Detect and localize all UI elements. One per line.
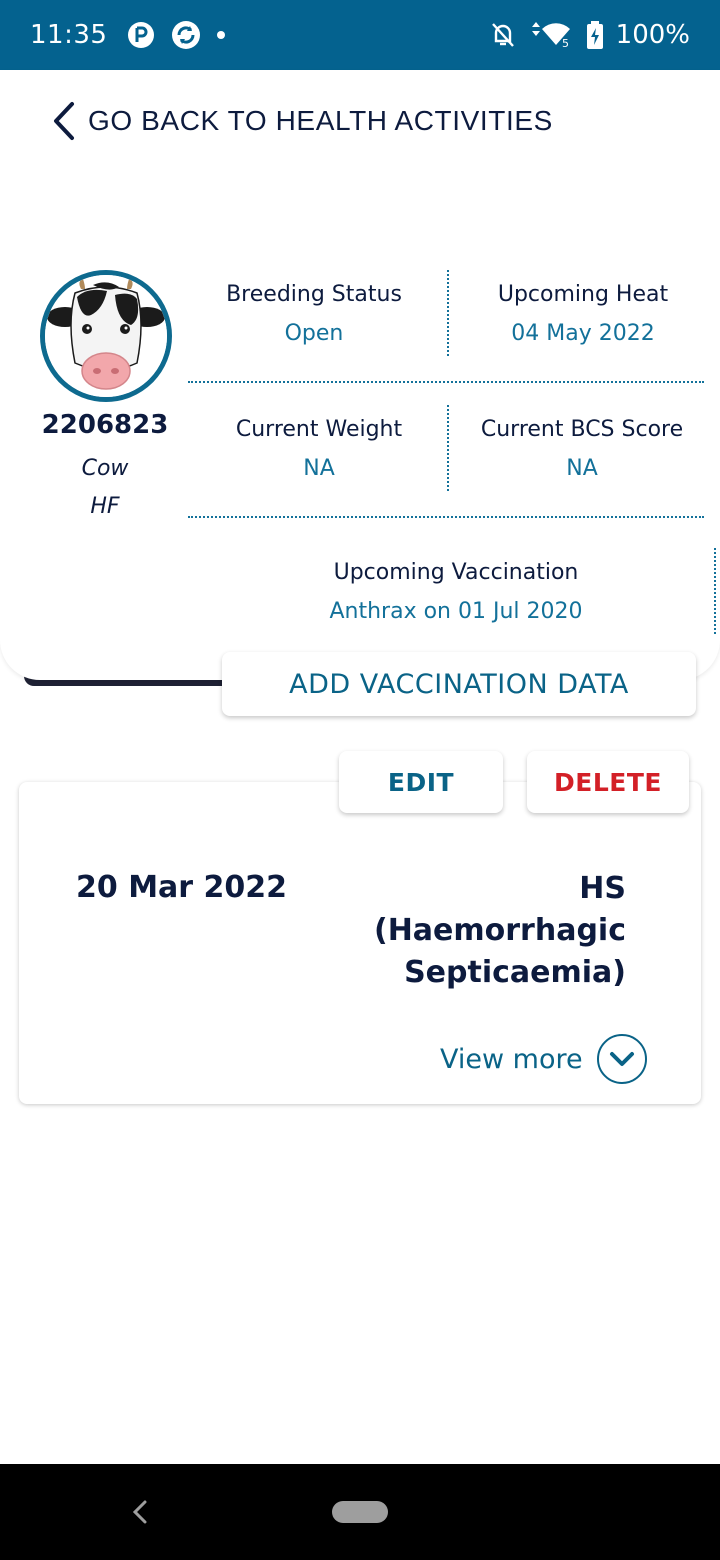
vaccination-date: 20 Mar 2022 [76,870,288,905]
back-link-label: GO BACK TO HEALTH ACTIVITIES [88,105,553,136]
upcoming-vaccination-label: Upcoming Vaccination [333,560,579,585]
breeding-status-stat: Breeding Status Open [196,282,432,346]
vaccine-name-line: HS [579,871,626,906]
current-bcs-stat: Current BCS Score NA [462,417,702,481]
delete-button[interactable]: DELETE [527,751,689,813]
upcoming-vaccination-stat: Upcoming Vaccination Anthrax on 01 Jul 2… [226,560,686,624]
wifi-icon: 5 [531,22,570,49]
vaccine-name-line: (Haemorrhagic [373,913,626,948]
animal-type: Cow [81,456,129,481]
add-vaccination-data-button[interactable]: ADD VACCINATION DATA [222,652,696,716]
animal-avatar [40,270,172,402]
animal-breed: HF [90,494,120,519]
animal-id: 2206823 [41,410,169,440]
chevron-down-icon[interactable] [596,1034,647,1084]
battery-icon [586,21,603,49]
stat-divider [447,270,449,356]
current-bcs-label: Current BCS Score [480,417,684,442]
app-notification-icon [128,22,155,48]
stat-divider [714,548,716,634]
sync-notification-icon [172,21,201,49]
view-more-label: View more [440,1043,583,1075]
battery-percent: 100% [615,20,690,50]
current-bcs-value: NA [566,456,598,481]
stat-row-divider [188,381,704,383]
breeding-status-value: Open [284,321,344,346]
current-weight-value: NA [303,456,335,481]
back-to-health-activities-link[interactable]: GO BACK TO HEALTH ACTIVITIES [48,95,553,147]
breeding-status-label: Breeding Status [226,282,402,307]
stat-divider [447,405,449,491]
nav-home-pill[interactable] [332,1501,388,1523]
cow-face-icon [45,275,167,397]
more-notifications-dot [217,31,226,39]
system-status-icons: 5 100% [490,20,690,50]
svg-text:5: 5 [562,37,569,49]
bell-off-icon [491,23,514,47]
vaccine-name: HS (Haemorrhagic Septicaemia) [326,868,626,994]
status-time: 11:35 [30,20,108,50]
edit-button[interactable]: EDIT [339,751,503,813]
chevron-left-icon [54,102,74,140]
current-weight-stat: Current Weight NA [196,417,442,481]
view-more-link[interactable]: View more [440,1032,647,1086]
status-bar: 11:35 5 100% [0,0,720,70]
nav-back-icon[interactable] [126,1496,154,1528]
current-weight-label: Current Weight [235,417,403,442]
vaccine-name-line: Septicaemia) [404,955,626,990]
upcoming-heat-stat: Upcoming Heat 04 May 2022 [462,282,704,346]
upcoming-heat-value: 04 May 2022 [511,321,655,346]
upcoming-vaccination-value: Anthrax on 01 Jul 2020 [329,599,583,624]
upcoming-heat-label: Upcoming Heat [497,282,669,307]
stat-row-divider [188,516,704,518]
system-nav-bar [0,1464,720,1560]
notification-icons [127,20,226,50]
